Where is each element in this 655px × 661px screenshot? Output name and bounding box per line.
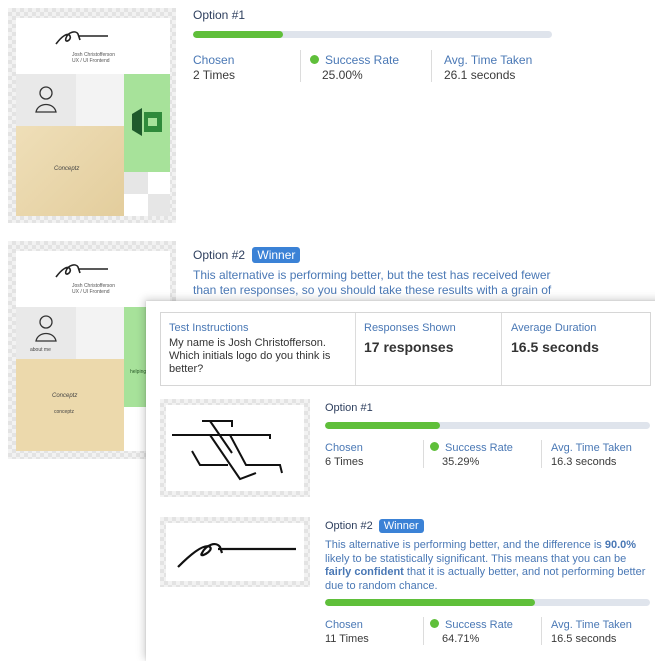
results-panel: Test Instructions My name is Josh Christ… <box>146 301 655 661</box>
front-option1-chosen-value: 6 Times <box>325 456 364 468</box>
option1-success-label: Success Rate <box>310 53 399 67</box>
option1-chosen-label: Chosen <box>193 53 235 67</box>
front-option1-success-value: 35.29% <box>442 456 480 468</box>
brand-wordmark: Conceptz <box>54 166 80 172</box>
thumb-role: UX / UI Frontend <box>72 289 110 295</box>
option1-title: Option #1 <box>193 8 246 22</box>
front-option1-thumbnail <box>160 399 310 497</box>
about-me-label: about me <box>30 347 51 353</box>
instructions-text: My name is Josh Christofferson. Which in… <box>169 337 331 375</box>
responses-value: 17 responses <box>364 339 454 355</box>
summary-card: Test Instructions My name is Josh Christ… <box>160 312 651 386</box>
front-option1-progress-bar <box>325 422 650 429</box>
avatar <box>16 74 76 126</box>
front-option2-time-value: 16.5 seconds <box>551 633 617 645</box>
front-option2-success-label: Success Rate <box>430 619 513 631</box>
responses-label: Responses Shown <box>364 322 456 334</box>
front-option2-chosen-value: 11 Times <box>325 633 369 645</box>
winner-badge: Winner <box>252 247 301 263</box>
success-dot-icon <box>310 55 319 64</box>
avatar: about me <box>16 307 76 359</box>
option1-time-label: Avg. Time Taken <box>444 53 533 67</box>
option1-thumbnail: Josh Christofferson UX / UI Frontend Con… <box>8 8 176 223</box>
signature-image <box>55 31 108 45</box>
brand-logo-icon <box>132 108 162 136</box>
front-option2-chosen-label: Chosen <box>325 619 363 631</box>
option1-progress-bar <box>193 31 552 38</box>
signature-logo-b <box>177 543 296 568</box>
front-option2-title: Option #2 Winner <box>325 519 424 533</box>
instructions-label: Test Instructions <box>169 322 249 334</box>
brand-logo-block <box>124 74 170 172</box>
front-option2-time-label: Avg. Time Taken <box>551 619 632 631</box>
photo-block: Conceptz <box>16 126 124 216</box>
front-option1-chosen-label: Chosen <box>325 442 363 454</box>
success-dot-icon <box>430 619 439 628</box>
option1-time-value: 26.1 seconds <box>444 68 516 82</box>
front-option1-title: Option #1 <box>325 402 373 414</box>
front-option2-description: This alternative is performing better, a… <box>325 539 646 592</box>
option2-title: Option #2 Winner <box>193 247 301 263</box>
duration-label: Average Duration <box>511 322 597 334</box>
option1-success-value: 25.00% <box>322 68 363 82</box>
winner-badge: Winner <box>378 519 424 533</box>
front-option1-success-label: Success Rate <box>430 442 513 454</box>
option2-description: This alternative is performing better, b… <box>193 268 552 297</box>
front-option2-success-value: 64.71% <box>442 633 480 645</box>
thumb-role: UX / UI Frontend <box>72 58 110 64</box>
front-option2-thumbnail <box>160 517 310 587</box>
duration-value: 16.5 seconds <box>511 339 599 355</box>
brand-wordmark-small: conceptz <box>54 409 75 415</box>
initials-logo-a <box>172 420 283 481</box>
brand-wordmark: Conceptz <box>52 393 78 399</box>
success-dot-icon <box>430 442 439 451</box>
photo-block: Conceptz conceptz <box>16 359 124 451</box>
front-option2-progress-bar <box>325 599 650 606</box>
signature-image <box>55 264 108 278</box>
option1-chosen-value: 2 Times <box>193 68 236 82</box>
front-option1-time-label: Avg. Time Taken <box>551 442 632 454</box>
front-option1-time-value: 16.3 seconds <box>551 456 617 468</box>
